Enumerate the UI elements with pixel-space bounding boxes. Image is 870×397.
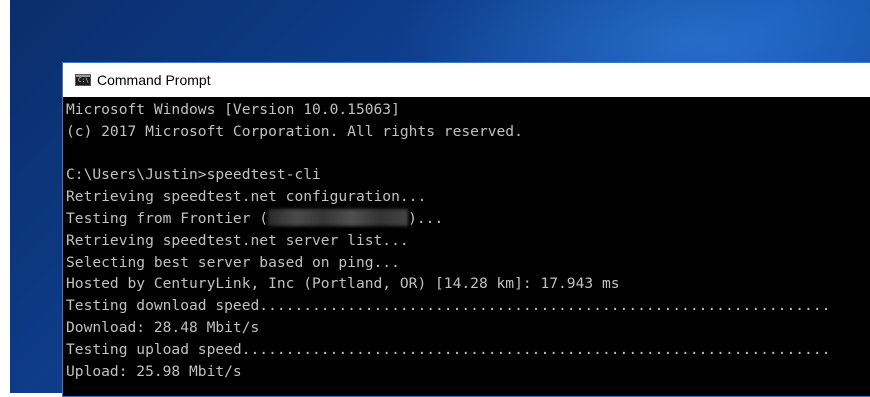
console-line: Hosted by CenturyLink, Inc (Portland, OR… bbox=[66, 275, 620, 293]
console-line: Microsoft Windows [Version 10.0.15063] bbox=[66, 101, 400, 118]
console-text: Testing from Frontier ( bbox=[66, 209, 269, 227]
console-line: Selecting best server based on ping... bbox=[66, 253, 400, 271]
console-output[interactable]: Microsoft Windows [Version 10.0.15063] (… bbox=[63, 97, 870, 396]
title-bar[interactable]: C:\ Command Prompt bbox=[63, 63, 870, 97]
redacted-ip bbox=[268, 208, 409, 226]
console-line: (c) 2017 Microsoft Corporation. All righ… bbox=[66, 122, 523, 140]
console-text: )... bbox=[408, 209, 444, 227]
console-line: Upload: 25.98 Mbit/s bbox=[66, 362, 242, 380]
console-line: Retrieving speedtest.net server list... bbox=[66, 231, 409, 249]
cmd-icon: C:\ bbox=[75, 74, 91, 86]
console-line: Testing download speed..................… bbox=[66, 297, 831, 315]
console-line: Retrieving speedtest.net configuration..… bbox=[66, 188, 427, 206]
console-line: Testing upload speed....................… bbox=[66, 340, 831, 358]
console-line: Testing from Frontier ()... bbox=[66, 208, 870, 230]
command-prompt-window[interactable]: C:\ Command Prompt Microsoft Windows [Ve… bbox=[62, 62, 870, 397]
console-line: Download: 28.48 Mbit/s bbox=[66, 318, 260, 336]
window-title: Command Prompt bbox=[97, 72, 211, 88]
console-line: C:\Users\Justin>speedtest-cli bbox=[66, 166, 321, 184]
